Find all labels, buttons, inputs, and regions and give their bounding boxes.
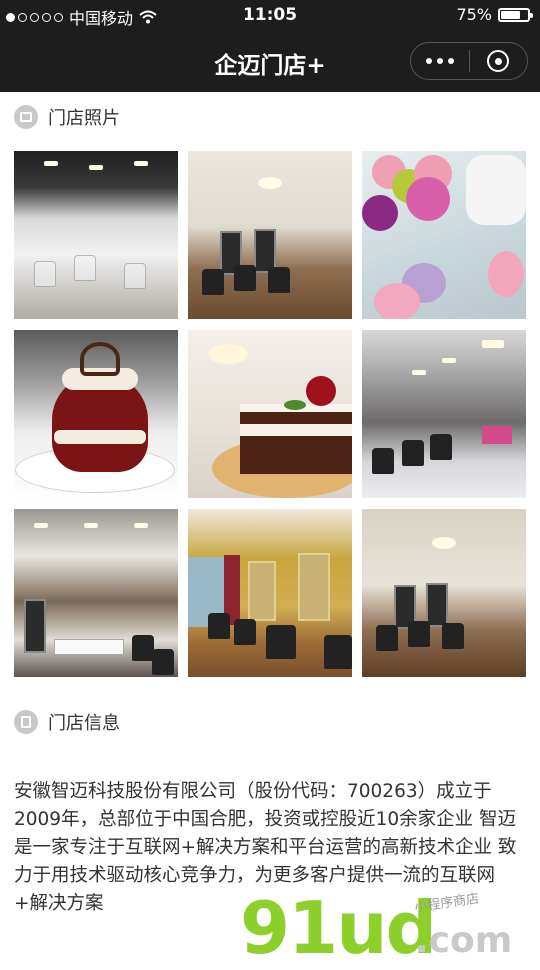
- nav-bar: 企迈门店+: [0, 30, 540, 92]
- watermark-domain: .com: [415, 920, 513, 961]
- store-photo[interactable]: [188, 509, 352, 677]
- status-right: 75%: [456, 5, 533, 24]
- more-dots-icon: [425, 58, 432, 64]
- battery-percent: 75%: [456, 5, 492, 24]
- info-section-header: 门店信息: [14, 709, 120, 735]
- image-icon: [14, 105, 38, 129]
- close-button[interactable]: [470, 50, 528, 72]
- document-icon: [14, 710, 38, 734]
- store-photo[interactable]: [362, 151, 526, 319]
- watermark-logo: 91ud: [240, 886, 437, 970]
- photo-grid: [14, 151, 526, 677]
- store-photo[interactable]: [362, 330, 526, 498]
- photos-section-title: 门店照片: [48, 108, 120, 129]
- battery-icon: [498, 7, 533, 22]
- store-photo[interactable]: [14, 330, 178, 498]
- store-photo[interactable]: [14, 151, 178, 319]
- store-photo[interactable]: [188, 151, 352, 319]
- status-bar: 中国移动 11:05 75%: [0, 0, 540, 30]
- store-photo[interactable]: [188, 330, 352, 498]
- info-section-title: 门店信息: [48, 713, 120, 734]
- mini-program-capsule: [410, 42, 528, 80]
- store-photo[interactable]: [362, 509, 526, 677]
- close-target-icon: [487, 50, 510, 72]
- photos-section-header: 门店照片: [14, 104, 120, 130]
- more-button[interactable]: [411, 58, 469, 64]
- store-photo[interactable]: [14, 509, 178, 677]
